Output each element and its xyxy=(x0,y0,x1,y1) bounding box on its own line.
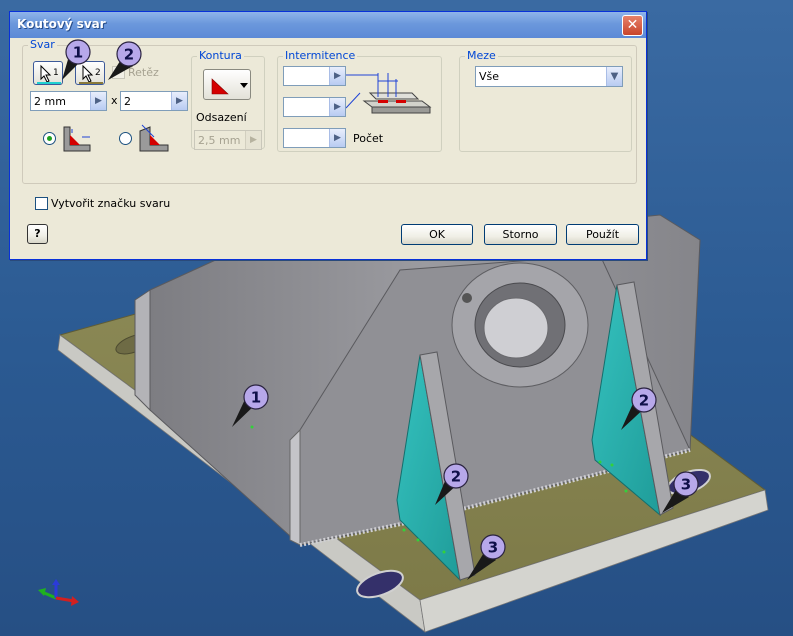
dialog-title: Koutový svar xyxy=(17,17,106,31)
contour-triangle-icon xyxy=(211,78,248,95)
create-weld-symbol-label: Vytvořit značku svaru xyxy=(51,197,171,210)
intermitence-group-label: Intermitence xyxy=(283,49,358,62)
intermitence-length-input[interactable]: ▶ xyxy=(283,66,346,86)
dialog-callouts: 1 2 xyxy=(62,39,142,80)
fillet-weld-equal-icon xyxy=(63,126,91,152)
weld-count-value: 2 xyxy=(124,95,131,108)
chevron-down-icon[interactable]: ▼ xyxy=(606,67,622,86)
tapped-hole xyxy=(462,293,472,303)
svg-text:1: 1 xyxy=(251,389,261,407)
weld-type-radio-1[interactable] xyxy=(43,132,56,145)
dialog-titlebar[interactable]: Koutový svar ✕ xyxy=(10,12,646,38)
fillet-weld-unequal-icon xyxy=(139,124,169,152)
offset-input[interactable]: 2,5 mm ▶ xyxy=(194,130,262,150)
offset-value: 2,5 mm xyxy=(198,134,241,147)
kontura-group: Kontura Odsazení 2,5 mm ▶ xyxy=(191,49,265,150)
chevron-down-icon xyxy=(240,83,248,88)
weld-count-input[interactable]: 2 ▶ xyxy=(120,91,188,111)
dialog-callout-2: 2 xyxy=(108,41,142,80)
count-label: Počet xyxy=(353,132,384,145)
chevron-right-icon[interactable]: ▶ xyxy=(329,98,345,116)
chevron-right-icon[interactable]: ▶ xyxy=(329,67,345,85)
chevron-right-icon[interactable]: ▶ xyxy=(171,92,187,110)
kontura-group-label: Kontura xyxy=(197,49,244,62)
chevron-right-icon: ▶ xyxy=(245,131,261,149)
dialog-callout-1: 1 xyxy=(62,39,91,80)
times-label: x xyxy=(111,94,118,107)
apply-button[interactable]: Použít xyxy=(566,224,639,245)
meze-group: Meze Vše ▼ xyxy=(459,49,632,152)
limits-select[interactable]: Vše ▼ xyxy=(475,66,623,87)
intermitence-group: Intermitence ▶ ▶ ▶ Počet xyxy=(277,49,442,152)
chevron-right-icon[interactable]: ▶ xyxy=(90,92,106,110)
svg-text:2: 2 xyxy=(124,46,134,64)
contour-dropdown-button[interactable] xyxy=(203,69,251,100)
create-weld-symbol-checkbox[interactable] xyxy=(35,197,48,210)
svg-text:1: 1 xyxy=(73,44,83,62)
weld-type-radio-2[interactable] xyxy=(119,132,132,145)
svg-text:3: 3 xyxy=(681,476,691,494)
ok-button[interactable]: OK xyxy=(401,224,473,245)
svg-text:2: 2 xyxy=(639,392,649,410)
limits-selected-value: Vše xyxy=(479,70,500,83)
intermittent-weld-icon xyxy=(346,73,432,114)
svg-text:2: 2 xyxy=(451,468,461,486)
offset-label: Odsazení xyxy=(196,111,247,124)
intermitence-spacing-input[interactable]: ▶ xyxy=(283,97,346,117)
chevron-right-icon[interactable]: ▶ xyxy=(329,129,345,147)
weld-size-value: 2 mm xyxy=(34,95,66,108)
cancel-button[interactable]: Storno xyxy=(484,224,557,245)
coordinate-triad-icon xyxy=(38,579,79,606)
svg-text:3: 3 xyxy=(488,539,498,557)
meze-group-label: Meze xyxy=(465,49,498,62)
intermitence-count-input[interactable]: ▶ xyxy=(283,128,346,148)
close-icon: ✕ xyxy=(626,17,639,33)
weld-size-input[interactable]: 2 mm ▶ xyxy=(30,91,107,111)
help-icon: ? xyxy=(34,227,41,240)
help-button[interactable]: ? xyxy=(27,224,48,244)
fillet-weld-dialog: Koutový svar ✕ Svar 1 2 Řetěz 2 mm ▶ x 2… xyxy=(9,11,647,260)
close-button[interactable]: ✕ xyxy=(622,15,643,36)
